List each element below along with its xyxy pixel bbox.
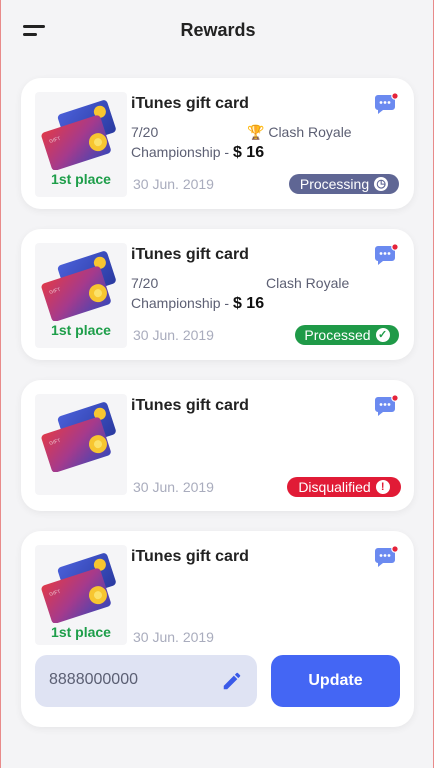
place-label: 1st place bbox=[51, 322, 111, 338]
status-badge: Processed ✓ bbox=[295, 325, 399, 345]
reward-date: 30 Jun. 2019 bbox=[133, 629, 214, 645]
status-badge: Processing ◷ bbox=[289, 174, 399, 194]
phone-field[interactable] bbox=[35, 655, 257, 707]
reward-title: iTunes gift card bbox=[131, 548, 249, 565]
championship-prize: Championship - $ 16 bbox=[131, 295, 265, 312]
phone-input[interactable] bbox=[49, 671, 219, 689]
update-button[interactable]: Update bbox=[271, 655, 400, 707]
place-label: 1st place bbox=[51, 171, 111, 187]
check-icon: ✓ bbox=[375, 328, 390, 342]
exclamation-icon: ! bbox=[375, 480, 390, 494]
reward-title: iTunes gift card bbox=[131, 397, 249, 414]
game-name: 🏆 Clash Royale bbox=[247, 124, 352, 140]
chat-icon[interactable] bbox=[373, 243, 399, 267]
chat-icon[interactable] bbox=[373, 394, 399, 418]
reward-card[interactable]: iTunes gift card 30 Jun. 2019 Disqualifi… bbox=[21, 380, 414, 511]
game-name: Clash Royale bbox=[266, 275, 350, 291]
progress-count: 7/20 bbox=[131, 275, 159, 291]
reward-card[interactable]: 1st place iTunes gift card 7/20 🏆 Clash … bbox=[21, 78, 414, 209]
edit-icon[interactable] bbox=[221, 670, 243, 692]
trophy-icon: 🏆 bbox=[247, 124, 265, 140]
page-title: Rewards bbox=[180, 20, 256, 40]
header: Rewards bbox=[1, 0, 434, 62]
prize-amount: $ 16 bbox=[232, 144, 265, 161]
reward-title: iTunes gift card bbox=[131, 246, 249, 263]
clock-icon: ◷ bbox=[374, 177, 389, 191]
chat-icon[interactable] bbox=[373, 92, 399, 116]
gift-card-image: 1st place bbox=[35, 92, 127, 197]
reward-card[interactable]: 1st place iTunes gift card 30 Jun. 2019 … bbox=[21, 531, 414, 727]
gift-card-image: 1st place bbox=[35, 243, 127, 348]
status-badge: Disqualified ! bbox=[287, 477, 401, 497]
progress-count: 7/20 bbox=[131, 124, 159, 140]
reward-date: 30 Jun. 2019 bbox=[133, 327, 214, 343]
gift-card-image: 1st place bbox=[35, 545, 127, 645]
prize-amount: $ 16 bbox=[232, 295, 265, 312]
place-label: 1st place bbox=[51, 624, 111, 640]
reward-date: 30 Jun. 2019 bbox=[133, 479, 214, 495]
reward-title: iTunes gift card bbox=[131, 95, 249, 112]
championship-prize: Championship - $ 16 bbox=[131, 144, 265, 161]
chat-icon[interactable] bbox=[373, 545, 399, 569]
gift-card-image bbox=[35, 394, 127, 495]
reward-card[interactable]: 1st place iTunes gift card 7/20 Clash Ro… bbox=[21, 229, 414, 360]
reward-date: 30 Jun. 2019 bbox=[133, 176, 214, 192]
